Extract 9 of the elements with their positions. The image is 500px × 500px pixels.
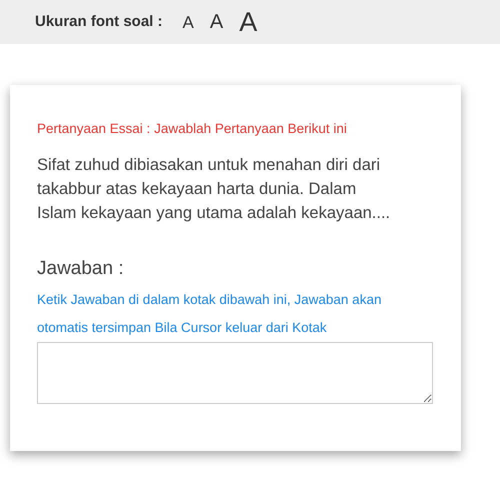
font-size-button[interactable]: A	[202, 12, 232, 32]
font-size-button[interactable]: A	[231, 8, 266, 36]
question-text: Sifat zuhud dibiasakan untuk menahan diri dari takabbur atas kekayaan harta dunia. Dalam Islam kekayaan yang utama adalah kekayaan....	[37, 155, 392, 224]
answer-hint: Ketik Jawaban di dalam kotak dibawah ini, Jawaban akan otomatis tersimpan Bila Cursor keluar dari Kotak	[37, 290, 382, 337]
answer-field[interactable]	[37, 342, 433, 404]
answer-label: Jawaban :	[37, 257, 125, 282]
font-size-button[interactable]: A	[174, 14, 202, 30]
question-heading: Pertanyaan Essai : Jawablah Pertanyaan Berikut ini	[37, 120, 348, 138]
font-size-label: Ukuran font soal :	[35, 12, 163, 32]
